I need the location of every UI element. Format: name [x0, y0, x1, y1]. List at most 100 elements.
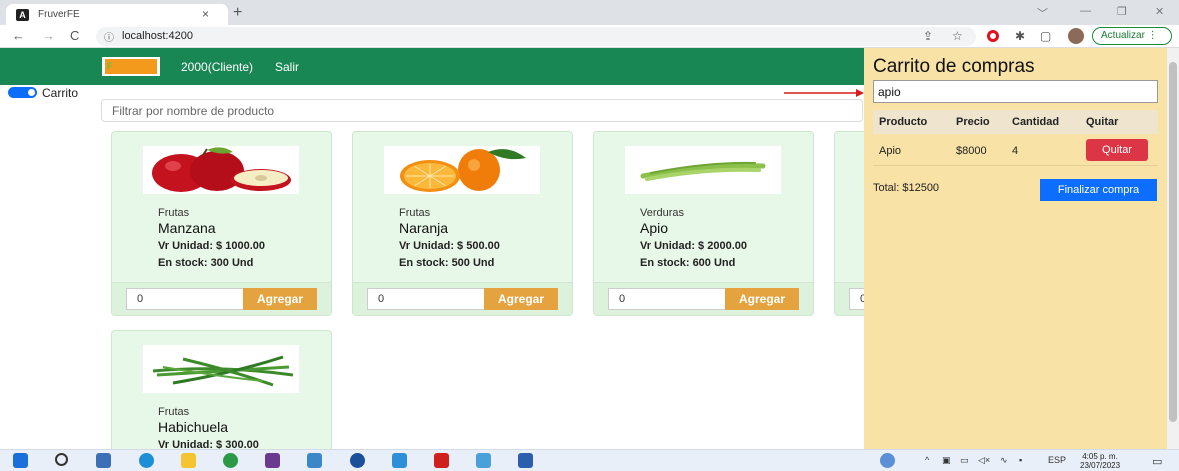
search-icon[interactable]: [55, 453, 68, 466]
nav-user[interactable]: 2000(Cliente): [181, 60, 253, 74]
row-product: Apio: [879, 145, 902, 157]
forward-icon[interactable]: →: [42, 28, 55, 43]
cart-toggle-switch[interactable]: [8, 87, 37, 98]
vscode-icon[interactable]: [392, 453, 407, 468]
update-label: Actualizar: [1101, 30, 1145, 41]
task-view-icon[interactable]: [96, 453, 111, 468]
product-price: Vr Unidad: $ 500.00: [399, 240, 500, 252]
product-card: Frutas Manzana Vr Unidad: $ 1000.00 En s…: [111, 131, 332, 316]
app-diamond-icon[interactable]: [476, 453, 491, 468]
browser-tab-strip: A FruverFE × + ﹀ — ❐ ✕: [0, 0, 1179, 25]
app-icon[interactable]: [265, 453, 280, 468]
product-image: [384, 146, 540, 194]
app-circle-icon[interactable]: [350, 453, 365, 468]
edge-icon[interactable]: [139, 453, 154, 468]
header-quantity: Cantidad: [1012, 116, 1060, 128]
app-logo[interactable]: F: [102, 57, 160, 76]
product-stock: En stock: 600 Und: [640, 257, 736, 269]
language-flag-icon[interactable]: ▪: [1019, 455, 1022, 465]
angular-favicon-icon: A: [16, 9, 29, 21]
tab-close-icon[interactable]: ×: [202, 7, 209, 21]
add-to-cart-button[interactable]: Agregar: [484, 288, 558, 310]
tab-search-icon[interactable]: ﹀: [1037, 5, 1048, 21]
restore-icon[interactable]: ❐: [1117, 5, 1127, 18]
address-bar[interactable]: ⓘ localhost:4200: [96, 27, 976, 46]
opera-extension-icon[interactable]: [987, 30, 999, 42]
notifications-icon[interactable]: ▭: [1152, 455, 1162, 468]
app-navbar: F 2000(Cliente) Salir: [0, 48, 864, 85]
minimize-icon[interactable]: —: [1080, 5, 1091, 17]
browser-tab[interactable]: A FruverFE ×: [6, 4, 228, 25]
product-image: [143, 345, 299, 393]
word-icon[interactable]: [518, 453, 533, 468]
file-explorer-icon[interactable]: [181, 453, 196, 468]
tray-chevron-icon[interactable]: ^: [925, 455, 929, 465]
remove-item-button[interactable]: Quitar: [1086, 139, 1148, 161]
header-price: Precio: [956, 116, 990, 128]
address-toolbar: ← → C ⓘ localhost:4200 ⇪ ☆ ✱ ▢ Actualiza…: [0, 25, 1179, 48]
quantity-input[interactable]: [126, 288, 244, 310]
side-panel-icon[interactable]: ▢: [1040, 29, 1051, 43]
cart-title: Carrito de compras: [873, 56, 1035, 77]
taskbar-clock[interactable]: 4:05 p. m. 23/07/2023: [1080, 452, 1120, 470]
windows-start-icon[interactable]: [13, 453, 28, 468]
product-price: Vr Unidad: $ 2000.00: [640, 240, 747, 252]
site-info-icon[interactable]: ⓘ: [104, 29, 114, 44]
windows-taskbar: ^ ▣ ▭ ◁× ∿ ▪ ESP 4:05 p. m. 23/07/2023 ▭: [0, 449, 1179, 471]
red-arrow-annotation: [784, 89, 864, 97]
row-price: $8000: [956, 145, 987, 157]
product-image: [625, 146, 781, 194]
row-quantity: 4: [1012, 145, 1019, 157]
new-tab-button[interactable]: +: [233, 4, 242, 22]
logout-link[interactable]: Salir: [275, 60, 299, 74]
product-category: Frutas: [158, 406, 190, 418]
clock-time: 4:05 p. m.: [1082, 452, 1118, 461]
product-card: Frutas Habichuela Vr Unidad: $ 300.00: [111, 330, 332, 460]
card-footer: Agregar: [353, 282, 572, 315]
quantity-input[interactable]: [367, 288, 485, 310]
cart-search-input[interactable]: [873, 80, 1158, 103]
quantity-input[interactable]: [608, 288, 726, 310]
product-card: Verduras Apio Vr Unidad: $ 2000.00 En st…: [593, 131, 814, 316]
table-row: Apio $8000 4 Quitar: [873, 136, 1158, 166]
extensions-puzzle-icon[interactable]: ✱: [1015, 29, 1025, 43]
cart-table-header: Producto Precio Cantidad Quitar: [873, 110, 1158, 134]
page-scrollbar[interactable]: [1167, 48, 1179, 449]
product-name: Manzana: [158, 220, 216, 236]
product-stock: En stock: 500 Und: [399, 257, 495, 269]
product-stock: En stock: 300 Und: [158, 257, 254, 269]
tab-title: FruverFE: [38, 9, 80, 20]
battery-icon[interactable]: ▭: [960, 455, 969, 466]
add-to-cart-button[interactable]: Agregar: [725, 288, 799, 310]
scroll-thumb[interactable]: [1169, 62, 1177, 422]
bookmark-star-icon[interactable]: ☆: [952, 29, 963, 43]
network-icon[interactable]: ∿: [1000, 455, 1008, 466]
clock-date: 23/07/2023: [1080, 461, 1121, 470]
product-name: Apio: [640, 220, 669, 236]
weather-icon[interactable]: [880, 453, 895, 468]
cart-total: Total: $12500: [873, 182, 940, 194]
product-category: Frutas: [158, 207, 190, 219]
product-name: Habichuela: [158, 419, 229, 435]
product-filter-input[interactable]: [101, 99, 863, 122]
profile-avatar[interactable]: [1068, 28, 1084, 44]
header-product: Producto: [879, 116, 928, 128]
url-text: localhost:4200: [122, 30, 193, 42]
mail-icon[interactable]: [307, 453, 322, 468]
checkout-button[interactable]: Finalizar compra: [1040, 179, 1157, 201]
language-indicator[interactable]: ESP: [1048, 455, 1066, 465]
header-remove: Quitar: [1086, 116, 1119, 128]
tray-icon[interactable]: ▣: [942, 455, 951, 466]
volume-icon[interactable]: ◁×: [978, 455, 990, 466]
add-to-cart-button[interactable]: Agregar: [243, 288, 317, 310]
product-category: Frutas: [399, 207, 431, 219]
reload-icon[interactable]: C: [70, 28, 79, 43]
product-price: Vr Unidad: $ 1000.00: [158, 240, 265, 252]
chrome-icon[interactable]: [223, 453, 238, 468]
close-window-icon[interactable]: ✕: [1155, 5, 1164, 18]
share-icon[interactable]: ⇪: [923, 29, 933, 43]
update-button[interactable]: Actualizar ⋮: [1092, 27, 1172, 45]
product-category: Verduras: [640, 207, 685, 219]
acrobat-icon[interactable]: [434, 453, 449, 468]
back-icon[interactable]: ←: [12, 28, 25, 43]
